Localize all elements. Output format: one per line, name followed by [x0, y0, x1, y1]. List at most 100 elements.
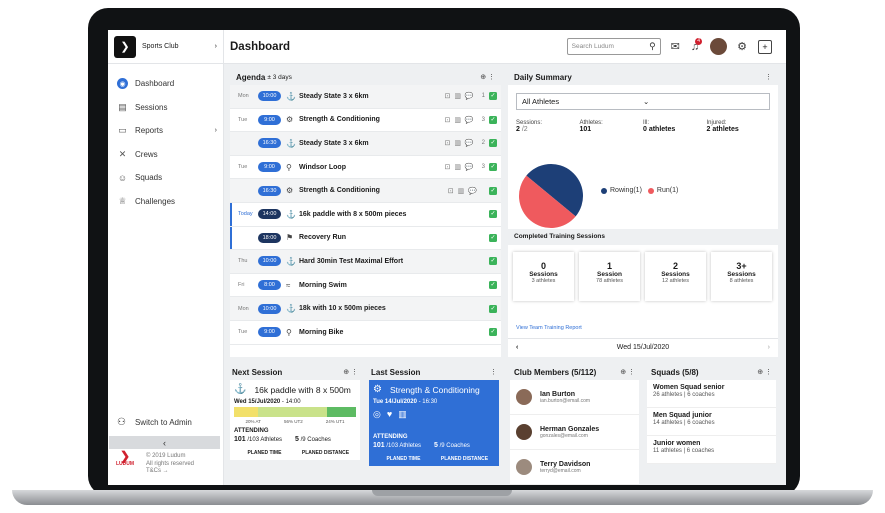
check-icon[interactable]: ✓ — [489, 210, 497, 219]
agenda-time-badge: 8:00 — [258, 280, 281, 291]
more-icon[interactable]: ⋮ — [765, 73, 772, 81]
agenda-time-badge: 10:00 — [258, 303, 281, 314]
session-tool-icons[interactable]: ⊡▥💬 — [444, 163, 477, 171]
session-tool-icons[interactable]: ⊡▥💬 — [444, 92, 477, 100]
sidebar-item-crews[interactable]: ✕ Crews — [108, 143, 223, 167]
search-input[interactable]: Search Ludum ⚲ — [566, 38, 661, 55]
chevron-right-icon: › — [214, 127, 217, 135]
sidebar-item-challenges[interactable]: ♕ Challenges — [108, 190, 223, 214]
check-icon[interactable]: ✓ — [489, 304, 497, 313]
sessions-pie-chart — [519, 164, 583, 228]
agenda-day: Tue — [238, 164, 248, 171]
agenda-row[interactable]: 18:00 ⚑ Recovery Run ✓ — [230, 226, 501, 251]
completed-boxes: 0 Sessions 3 athletes 1 Session 78 athletes … — [513, 252, 777, 301]
sidebar-item-sessions[interactable]: ▤ Sessions — [108, 96, 223, 120]
sidebar: ❯ Sports Club › ◉ Dashboard ▤ Sessions ▭ Re… — [108, 30, 224, 485]
sidebar-item-label: Crews — [135, 149, 158, 159]
agenda-row[interactable]: Mon 10:00 ⚓ Steady State 3 x 6km ⊡▥💬 1 ✓ — [230, 85, 501, 109]
squads-actions[interactable]: ⊕ ⋮ — [757, 368, 772, 376]
session-tool-icons[interactable]: ⊡▥💬 — [444, 139, 477, 147]
trophy-icon: ♕ — [118, 195, 127, 206]
agenda-row[interactable]: Fri 8:00 ≈ Morning Swim ✓ — [230, 274, 501, 298]
check-icon[interactable]: ✓ — [489, 163, 497, 172]
legend-run: Run(1) — [656, 187, 679, 194]
next-session-actions[interactable]: ⊕ ⋮ — [343, 368, 358, 376]
switch-to-admin-button[interactable]: ⚇ Switch to Admin — [117, 417, 192, 428]
agenda-session-name: Steady State 3 x 6km — [299, 139, 369, 147]
club-switcher[interactable]: ❯ Sports Club › — [108, 30, 223, 64]
squad-row[interactable]: Men Squad junior 14 athletes | 6 coaches — [647, 408, 776, 436]
member-row[interactable]: Herman Gonzales gonzales@email.com — [510, 415, 639, 450]
agenda-row[interactable]: 16:30 ⚙ Strength & Conditioning ⊡▥💬 ✓ — [230, 179, 501, 203]
top-bar: Dashboard Search Ludum ⚲ ✉ ♫ 4 ⚙ + — [224, 30, 786, 64]
last-session-panel: Last Session ⋮ ⚙ Strength & Conditioning T… — [365, 364, 503, 485]
agenda-panel: Agenda ± 3 days ⊕ ⋮ Mon 10:00 ⚓ Steady Stat… — [230, 69, 501, 357]
agenda-session-name: 16k paddle with 8 x 500m pieces — [299, 210, 407, 218]
sidebar-item-squads[interactable]: ☺ Squads — [108, 166, 223, 190]
sidebar-nav: ◉ Dashboard ▤ Sessions ▭ Reports › ✕ Crews ☺ S… — [108, 64, 223, 213]
completed-box: 2 Sessions 12 athletes — [645, 252, 706, 301]
squad-row[interactable]: Junior women 11 athletes | 6 coaches — [647, 436, 776, 464]
session-name: 16k paddle with 8 x 500m — [254, 384, 351, 395]
check-icon[interactable]: ✓ — [489, 233, 497, 242]
next-day-button[interactable]: › — [768, 344, 770, 351]
sport-icon: ⚑ — [286, 233, 294, 243]
agenda-day: Tue — [238, 329, 248, 336]
squads-panel: Squads (5/8) ⊕ ⋮ Women Squad senior 26 ath… — [645, 364, 778, 485]
legend-swatch-run — [647, 187, 654, 194]
members-actions[interactable]: ⊕ ⋮ — [620, 368, 635, 376]
squad-name: Junior women — [653, 440, 701, 447]
check-icon[interactable]: ✓ — [489, 92, 497, 101]
agenda-session-name: Morning Bike — [299, 328, 344, 336]
session-time: - 14:00 — [281, 399, 301, 405]
check-icon[interactable]: ✓ — [489, 186, 497, 195]
brand-label: LUDUM — [115, 460, 135, 467]
team-report-link[interactable]: View Team Training Report — [516, 325, 582, 331]
agenda-row[interactable]: Today 14:00 ⚓ 16k paddle with 8 x 500m piec… — [230, 202, 501, 227]
check-icon[interactable]: ✓ — [489, 328, 497, 337]
check-icon[interactable]: ✓ — [489, 115, 497, 124]
last-session-card[interactable]: ⚙ Strength & Conditioning Tue 14/Jul/2020… — [369, 380, 499, 466]
gear-icon[interactable]: ⚙ — [737, 40, 747, 53]
session-name: Strength & Conditioning — [389, 384, 480, 395]
terms-link[interactable]: T&Cs → — [146, 468, 194, 476]
add-button[interactable]: + — [758, 39, 772, 54]
session-tool-icons[interactable]: ⊡▥💬 — [448, 187, 481, 195]
avatar — [516, 459, 532, 475]
today-marker — [230, 226, 232, 250]
next-session-card[interactable]: ⚓ 16k paddle with 8 x 500m Wed 15/Jul/202… — [230, 380, 360, 460]
check-icon[interactable]: ✓ — [489, 281, 497, 290]
member-row[interactable]: Terry Davidson terryd@email.com — [510, 450, 639, 485]
agenda-row[interactable]: Tue 9:00 ⚲ Morning Bike ✓ — [230, 321, 501, 345]
more-icon[interactable]: ⋮ — [490, 368, 497, 376]
agenda-row[interactable]: Tue 9:00 ⚲ Windsor Loop ⊡▥💬 3 ✓ — [230, 156, 501, 180]
stat-injured: Injured: 2 athletes — [706, 120, 739, 133]
session-action-icons[interactable]: ◎♥▥ — [373, 409, 495, 420]
bell-icon[interactable]: ♫ 4 — [691, 37, 703, 53]
agenda-row[interactable]: Tue 9:00 ⚙ Strength & Conditioning ⊡▥💬 3 ✓ — [230, 109, 501, 133]
comment-count: 2 — [481, 140, 485, 147]
avatar[interactable] — [710, 38, 728, 55]
member-row[interactable]: Ian Burton ian.burton@email.com — [510, 380, 639, 415]
squad-row[interactable]: Women Squad senior 26 athletes | 6 coache… — [647, 380, 776, 408]
agenda-row[interactable]: Thu 10:00 ⚓ Hard 30min Test Maximal Effort ✓ — [230, 250, 501, 274]
next-session-header: Next Session ⊕ ⋮ — [226, 364, 364, 380]
completed-box: 0 Sessions 3 athletes — [513, 252, 574, 301]
mail-icon[interactable]: ✉ — [671, 40, 680, 53]
check-icon[interactable]: ✓ — [489, 139, 497, 148]
agenda-day: Fri — [238, 282, 245, 289]
sidebar-item-reports[interactable]: ▭ Reports › — [108, 119, 223, 143]
filter-value: All Athletes — [522, 97, 560, 106]
today-marker — [230, 202, 232, 226]
sidebar-item-dashboard[interactable]: ◉ Dashboard — [108, 72, 223, 96]
session-tool-icons[interactable]: ⊡▥💬 — [444, 116, 477, 124]
agenda-session-name: Hard 30min Test Maximal Effort — [299, 257, 404, 265]
check-icon[interactable]: ✓ — [489, 257, 497, 266]
agenda-row[interactable]: 16:30 ⚓ Steady State 3 x 6km ⊡▥💬 2 ✓ — [230, 132, 501, 156]
athletes-filter-select[interactable]: All Athletes ⌄ — [516, 93, 770, 110]
stat-sessions: Sessions: 2 /2 — [516, 120, 543, 133]
collapse-sidebar-button[interactable]: ‹ — [109, 436, 220, 449]
chevron-right-icon: › — [214, 43, 217, 50]
agenda-row[interactable]: Mon 10:00 ⚓ 18k with 10 x 500m pieces ✓ — [230, 297, 501, 321]
agenda-actions[interactable]: ⊕ ⋮ — [480, 73, 495, 81]
